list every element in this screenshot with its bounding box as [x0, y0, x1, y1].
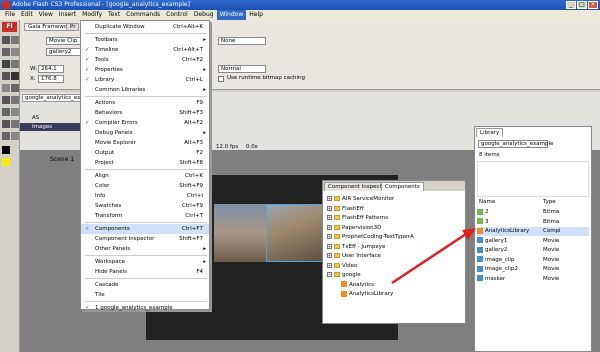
annotation-arrow: [391, 228, 476, 285]
